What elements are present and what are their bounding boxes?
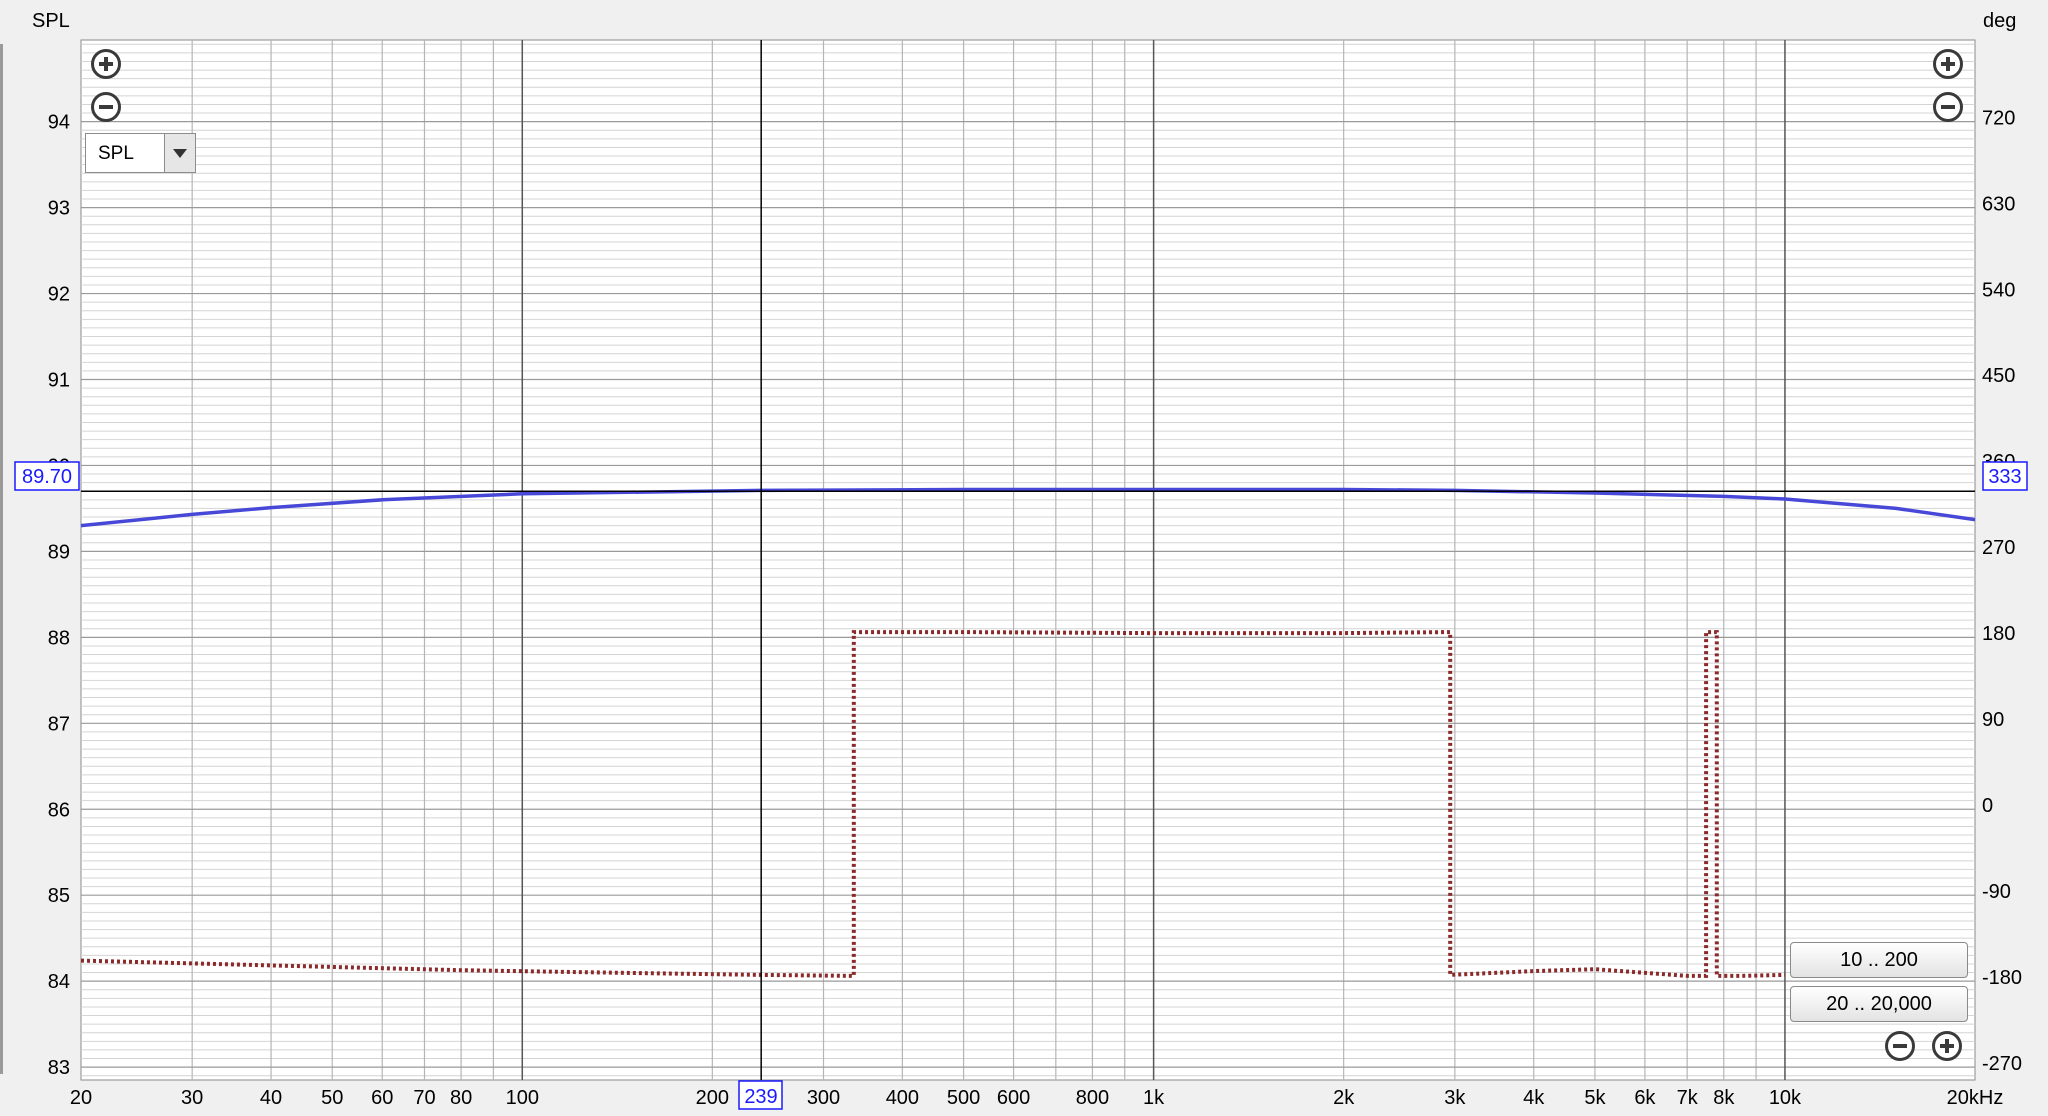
spl-axis: 838485868788899091929394 — [48, 112, 70, 1079]
frequency-tick-label: 100 — [506, 1087, 539, 1109]
spl-tick-label: 86 — [48, 799, 70, 821]
frequency-tick-label: 6k — [1634, 1087, 1656, 1109]
zoom-out-left-icon[interactable] — [91, 92, 121, 122]
spl-cursor-readout: 89.70 — [14, 461, 80, 491]
frequency-tick-label: 80 — [450, 1087, 472, 1109]
frequency-tick-label: 10k — [1769, 1087, 1802, 1109]
zoom-in-left-icon[interactable] — [91, 49, 121, 79]
spl-tick-label: 89 — [48, 541, 70, 563]
spl-tick-label: 92 — [48, 284, 70, 306]
spl-cursor-value: 89.70 — [22, 466, 72, 488]
frequency-tick-label: 7k — [1677, 1087, 1699, 1109]
frequency-tick-label: 8k — [1713, 1087, 1735, 1109]
spl-tick-label: 85 — [48, 885, 70, 907]
phase-tick-label: 720 — [1982, 107, 2015, 129]
frequency-tick-label: 4k — [1523, 1087, 1545, 1109]
zoom-out-x-icon[interactable] — [1885, 1031, 1915, 1061]
phase-cursor-readout: 333 — [1982, 461, 2028, 491]
frequency-tick-label: 2k — [1333, 1087, 1355, 1109]
frequency-axis: 20 30 40 50 60 70 80 100 200 300 400 500 600 800 1k 2k 3… — [70, 1087, 1802, 1109]
zoom-in-x-icon[interactable] — [1932, 1031, 1962, 1061]
trace-select[interactable]: SPL — [85, 133, 196, 173]
frequency-tick-label: 800 — [1076, 1087, 1109, 1109]
frequency-response-chart[interactable]: 838485868788899091929394 -270-180-900901… — [0, 0, 2048, 1116]
frequency-tick-label: 3k — [1444, 1087, 1466, 1109]
frequency-cursor-value: 239 — [744, 1086, 777, 1108]
phase-tick-label: 630 — [1982, 193, 2015, 215]
phase-axis: -270-180-90090180270360450540630720 — [1982, 107, 2022, 1074]
phase-tick-label: 0 — [1982, 795, 1993, 817]
phase-tick-label: -90 — [1982, 881, 2011, 903]
frequency-tick-label: 40 — [260, 1087, 282, 1109]
frequency-tick-label: 200 — [696, 1087, 729, 1109]
range-10-200-button[interactable]: 10 .. 200 — [1790, 942, 1968, 978]
minor-horizontal-grid — [81, 43, 1975, 1077]
frequency-cursor-readout: 239 — [738, 1080, 783, 1110]
phase-tick-label: -180 — [1982, 967, 2022, 989]
frequency-tick-label: 300 — [807, 1087, 840, 1109]
zoom-in-right-icon[interactable] — [1933, 49, 1963, 79]
frequency-tick-label: 60 — [371, 1087, 393, 1109]
spl-tick-label: 88 — [48, 627, 70, 649]
frequency-tick-label: 400 — [886, 1087, 919, 1109]
frequency-tick-label: 600 — [997, 1087, 1030, 1109]
frequency-tick-label: 30 — [181, 1087, 203, 1109]
range-20-20000-button[interactable]: 20 .. 20,000 — [1790, 986, 1968, 1022]
spl-tick-label: 94 — [48, 112, 70, 134]
zoom-out-right-icon[interactable] — [1933, 92, 1963, 122]
spl-tick-label: 87 — [48, 713, 70, 735]
phase-tick-label: 540 — [1982, 279, 2015, 301]
phase-axis-title: deg — [1983, 10, 2016, 32]
frequency-tick-label: 50 — [321, 1087, 343, 1109]
spl-axis-title: SPL — [32, 10, 70, 32]
phase-tick-label: 270 — [1982, 537, 2015, 559]
frequency-tick-label: 20 — [70, 1087, 92, 1109]
phase-tick-label: 450 — [1982, 365, 2015, 387]
phase-cursor-value: 333 — [1988, 466, 2021, 488]
frequency-tick-label: 1k — [1143, 1087, 1165, 1109]
spl-tick-label: 91 — [48, 370, 70, 392]
chevron-down-icon[interactable] — [164, 134, 195, 172]
frequency-tick-label: 70 — [413, 1087, 435, 1109]
frequency-tick-label: 500 — [947, 1087, 980, 1109]
spl-tick-label: 83 — [48, 1057, 70, 1079]
phase-tick-label: 90 — [1982, 709, 2004, 731]
spl-tick-label: 84 — [48, 971, 70, 993]
trace-select-value: SPL — [98, 143, 134, 164]
spl-tick-label: 93 — [48, 198, 70, 220]
phase-tick-label: -270 — [1982, 1053, 2022, 1075]
phase-tick-label: 180 — [1982, 623, 2015, 645]
frequency-tick-label: 5k — [1584, 1087, 1606, 1109]
frequency-axis-end-label: 20kHz — [1947, 1087, 2004, 1109]
